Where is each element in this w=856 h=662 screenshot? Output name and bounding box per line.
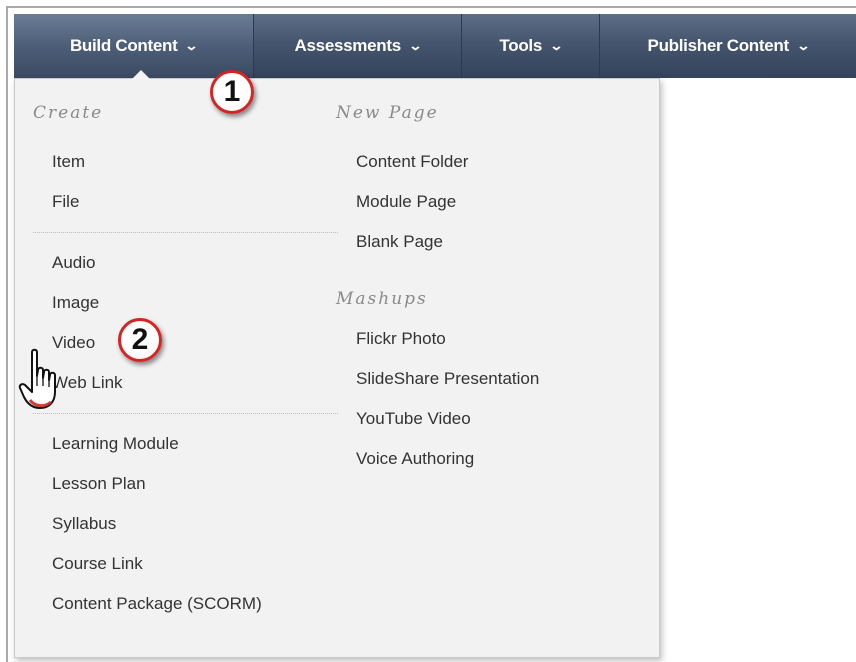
menu-item-image[interactable]: Image [52,293,99,313]
tab-publisher-content[interactable]: Publisher Content ⌄ [600,14,856,78]
menu-item-syllabus[interactable]: Syllabus [52,514,116,534]
callout-step-1: 1 [210,70,254,114]
menu-item-module-page[interactable]: Module Page [356,192,456,212]
tab-build-content-label: Build Content [69,36,178,55]
menu-item-content-package-scorm[interactable]: Content Package (SCORM) [52,594,262,614]
menu-item-course-link[interactable]: Course Link [52,554,143,574]
create-divider-2 [33,413,338,414]
menu-item-file[interactable]: File [52,192,79,212]
build-content-dropdown: Create Item File Audio Image Video Web L… [14,78,660,658]
screenshot-frame: Build Content ⌄ Assessments ⌄ Tools ⌄ Pu… [0,0,856,662]
menu-item-content-folder[interactable]: Content Folder [356,152,468,172]
create-heading: Create [33,103,104,123]
menu-item-lesson-plan[interactable]: Lesson Plan [52,474,146,494]
menu-item-learning-module[interactable]: Learning Module [52,434,179,454]
tab-assessments-label: Assessments [294,36,402,55]
tab-assessments[interactable]: Assessments ⌄ [254,14,462,78]
create-divider-1 [33,232,338,233]
course-menu-bar: Build Content ⌄ Assessments ⌄ Tools ⌄ Pu… [14,14,856,78]
chevron-down-icon: ⌄ [549,38,564,53]
tab-publisher-content-label: Publisher Content [647,36,790,55]
mashups-heading: Mashups [336,289,428,309]
hand-pointer-icon [18,348,66,414]
callout-step-2-number: 2 [131,323,149,356]
dropdown-caret [131,70,151,80]
new-page-heading: New Page [336,103,439,123]
menu-item-blank-page[interactable]: Blank Page [356,232,443,252]
chevron-down-icon: ⌄ [796,38,811,53]
tab-build-content[interactable]: Build Content ⌄ [14,14,254,78]
tab-tools[interactable]: Tools ⌄ [462,14,600,78]
chevron-down-icon: ⌄ [408,38,423,53]
menu-item-youtube-video[interactable]: YouTube Video [356,409,471,429]
callout-step-2: 2 [118,318,162,362]
menu-item-slideshare-presentation[interactable]: SlideShare Presentation [356,369,539,389]
callout-step-1-number: 1 [223,75,241,108]
chevron-down-icon: ⌄ [184,38,199,53]
menu-item-flickr-photo[interactable]: Flickr Photo [356,329,446,349]
menu-item-audio[interactable]: Audio [52,253,95,273]
menu-item-item[interactable]: Item [52,152,85,172]
tab-tools-label: Tools [499,36,542,55]
menu-item-voice-authoring[interactable]: Voice Authoring [356,449,474,469]
